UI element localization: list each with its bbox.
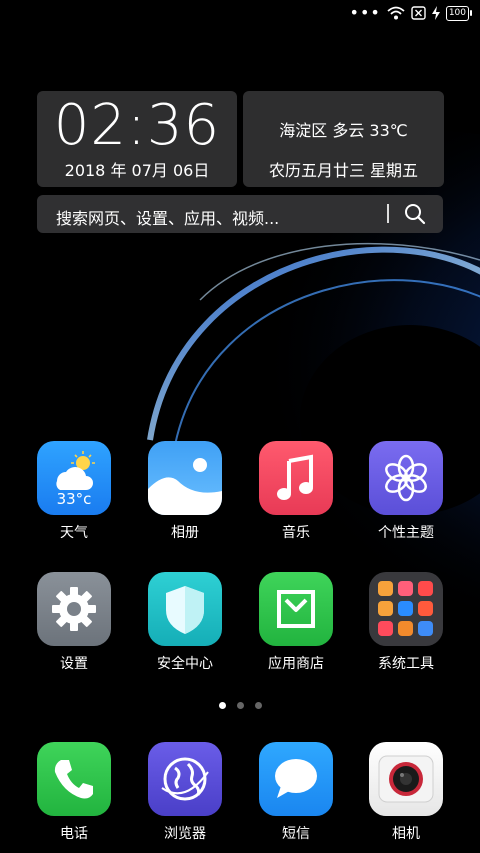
app-label: 浏览器 [164, 826, 206, 842]
page-dot[interactable] [236, 702, 244, 709]
globe-icon [148, 742, 222, 816]
no-sim-icon [411, 6, 426, 20]
weather-summary: 海淀区 多云 33℃ [279, 121, 408, 140]
clock-time: 02:36 [53, 93, 221, 158]
app-label: 设置 [60, 656, 88, 672]
app-label: 系统工具 [378, 656, 434, 672]
charging-icon [431, 6, 440, 20]
page-indicator[interactable] [0, 702, 480, 709]
camera-icon [369, 742, 443, 816]
app-browser[interactable]: 浏览器 [135, 742, 235, 843]
shield-icon [148, 572, 222, 646]
phone-icon [37, 742, 111, 816]
app-label: 电话 [60, 826, 88, 842]
folder-icon [369, 572, 443, 646]
battery-icon: 100 [445, 5, 472, 21]
chat-bubble-icon [259, 742, 333, 816]
search-placeholder: 搜索网页、设置、应用、视频... [56, 209, 280, 228]
music-note-icon [259, 441, 333, 515]
flower-icon [369, 441, 443, 515]
app-gallery[interactable]: 相册 [135, 441, 235, 542]
app-messages[interactable]: 短信 [246, 742, 346, 843]
app-weather[interactable]: 33°c 天气 [24, 441, 124, 542]
folder-system-tools[interactable]: 系统工具 [356, 572, 456, 673]
app-phone[interactable]: 电话 [24, 742, 124, 843]
app-music[interactable]: 音乐 [246, 441, 346, 542]
app-store-icon [259, 572, 333, 646]
weather-temp: 33°c [56, 490, 92, 508]
page-dot[interactable] [254, 702, 262, 709]
app-label: 音乐 [282, 525, 310, 541]
app-store[interactable]: 应用商店 [246, 572, 346, 673]
app-label: 短信 [282, 826, 310, 842]
app-label: 个性主题 [378, 525, 434, 541]
app-label: 天气 [60, 525, 88, 541]
status-bar: ••• 100 [0, 0, 480, 28]
wifi-icon [387, 6, 405, 20]
overflow-dots: ••• [349, 3, 381, 22]
gear-icon [37, 572, 111, 646]
app-label: 相机 [392, 826, 420, 842]
app-settings[interactable]: 设置 [24, 572, 124, 673]
app-camera[interactable]: 相机 [356, 742, 456, 843]
app-label: 应用商店 [268, 656, 324, 672]
app-label: 相册 [171, 525, 199, 541]
clock-widget[interactable]: 02:36 2018 年 07月 06日 [37, 91, 237, 187]
app-themes[interactable]: 个性主题 [356, 441, 456, 542]
weather-widget[interactable]: 海淀区 多云 33℃ 农历五月廿三 星期五 [243, 91, 444, 187]
app-security[interactable]: 安全中心 [135, 572, 235, 673]
clock-date: 2018 年 07月 06日 [64, 161, 210, 180]
search-bar[interactable]: 搜索网页、设置、应用、视频... [37, 195, 443, 233]
battery-level: 100 [445, 5, 469, 21]
app-label: 安全中心 [157, 656, 213, 672]
gallery-icon [148, 441, 222, 515]
search-icon[interactable] [404, 203, 426, 225]
lunar-date: 农历五月廿三 星期五 [268, 161, 419, 180]
search-divider [387, 204, 389, 223]
page-dot[interactable] [218, 702, 226, 709]
weather-app-icon: 33°c [37, 441, 111, 515]
